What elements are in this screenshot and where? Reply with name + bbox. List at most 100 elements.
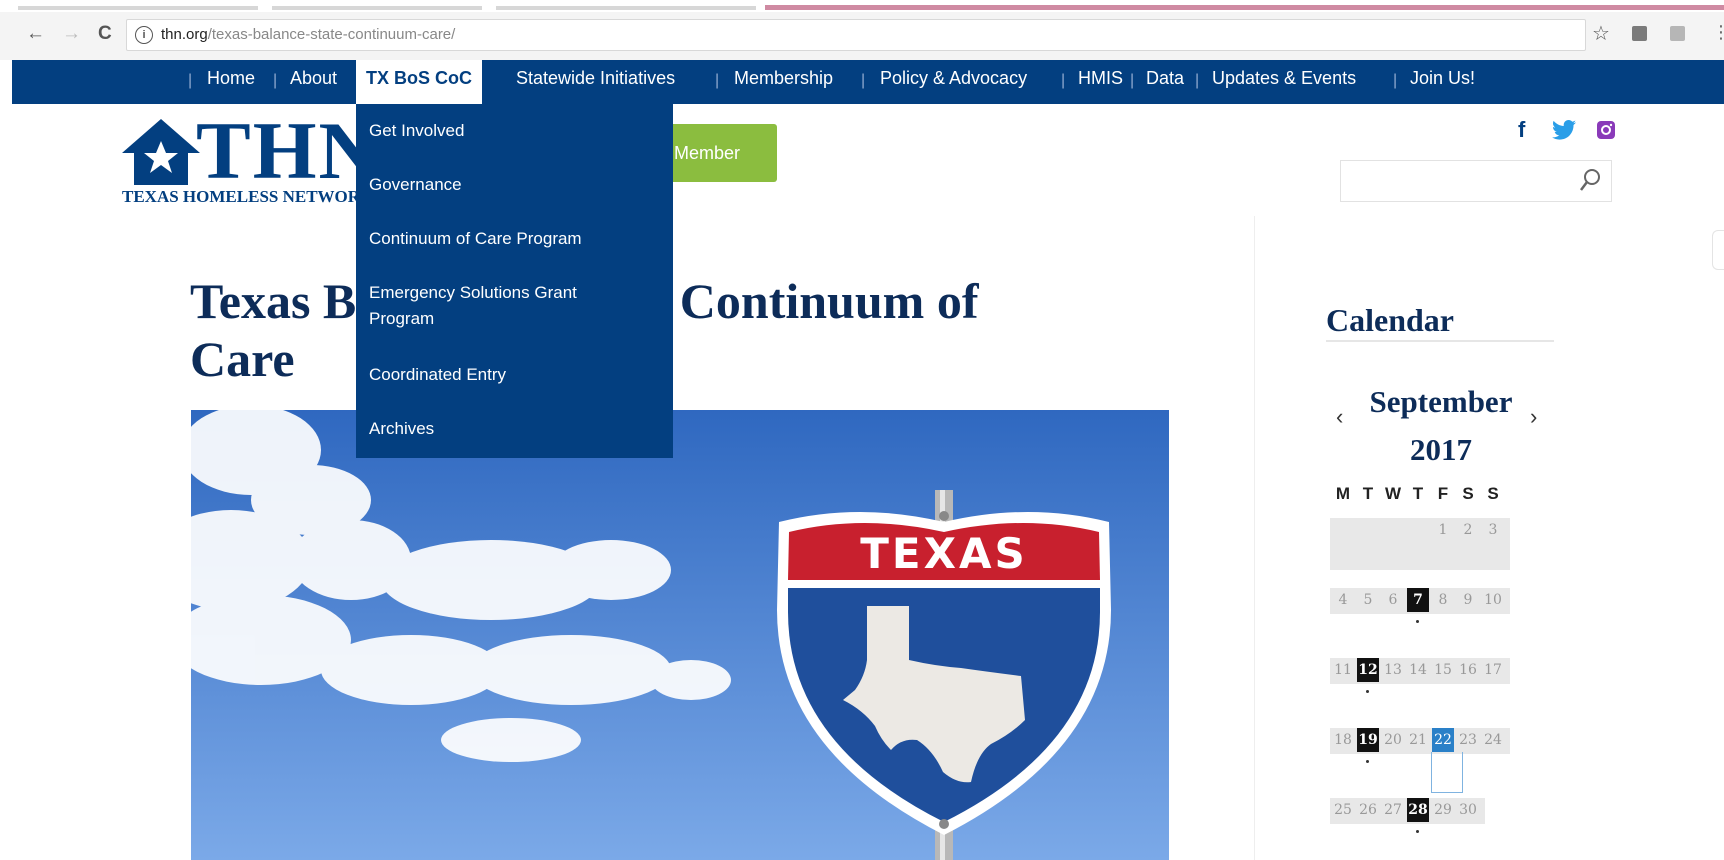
- calendar-day: 11: [1334, 662, 1352, 678]
- calendar-day: 5: [1363, 592, 1373, 608]
- calendar-day: 20: [1384, 732, 1402, 748]
- browser-menu-icon[interactable]: ⋮: [1712, 22, 1724, 43]
- nav-separator: |: [1061, 72, 1066, 89]
- calendar-prev-icon[interactable]: ‹: [1336, 404, 1343, 430]
- calendar-weekday: T: [1412, 484, 1424, 503]
- active-tab-indicator[interactable]: [765, 5, 1724, 10]
- nav-separator: |: [188, 72, 193, 89]
- instagram-icon[interactable]: [1596, 120, 1616, 140]
- nav-item-join-us[interactable]: Join Us!: [1410, 60, 1475, 104]
- texas-highway-sign-image: TEXAS: [191, 410, 1169, 860]
- today-highlight: [1431, 752, 1463, 793]
- hero-image: TEXAS: [191, 410, 1169, 860]
- url-text[interactable]: thn.org/texas-balance-state-continuum-ca…: [161, 26, 455, 43]
- calendar-day: 15: [1434, 662, 1452, 678]
- calendar-day: 29: [1434, 802, 1452, 818]
- calendar-weekday: S: [1462, 484, 1474, 503]
- bookmark-star-icon[interactable]: ☆: [1592, 21, 1610, 46]
- calendar-day: 1: [1438, 522, 1448, 538]
- search-input[interactable]: [1340, 160, 1612, 202]
- reload-icon[interactable]: C: [98, 22, 112, 46]
- dropdown-item-continuum-of-care[interactable]: Continuum of Care Program: [369, 226, 659, 252]
- dropdown-item-governance[interactable]: Governance: [369, 172, 659, 198]
- calendar-day: 24: [1484, 732, 1502, 748]
- calendar-day: 27: [1384, 802, 1402, 818]
- calendar-day: 13: [1384, 662, 1402, 678]
- calendar-day: 16: [1459, 662, 1477, 678]
- house-star-icon: [122, 119, 200, 185]
- extension-icon[interactable]: [1632, 26, 1647, 41]
- nav-separator: |: [1130, 72, 1135, 89]
- sign-text: TEXAS: [860, 529, 1027, 578]
- dropdown-item-esg-program[interactable]: Emergency Solutions Grant Program: [369, 280, 619, 332]
- calendar-day: 8: [1438, 592, 1448, 608]
- calendar-weekday: F: [1437, 484, 1449, 503]
- calendar-day: 23: [1459, 732, 1477, 748]
- nav-separator: |: [273, 72, 278, 89]
- calendar-heading: Calendar: [1326, 302, 1454, 338]
- calendar-day: 10: [1484, 592, 1502, 608]
- tab[interactable]: [272, 6, 482, 10]
- calendar-day: 17: [1484, 662, 1502, 678]
- nav-item-tx-bos-coc[interactable]: TX BoS CoC: [356, 60, 482, 104]
- forward-icon[interactable]: →: [62, 22, 81, 46]
- twitter-icon[interactable]: [1552, 120, 1576, 140]
- calendar-day-today: 22: [1432, 728, 1454, 752]
- extension-icon[interactable]: [1670, 26, 1685, 41]
- event-dot: [1366, 690, 1369, 693]
- url-path: /texas-balance-state-continuum-care/: [207, 26, 456, 43]
- url-host: thn.org: [161, 26, 208, 43]
- dropdown-item-archives[interactable]: Archives: [369, 416, 659, 442]
- calendar-day: 6: [1388, 592, 1398, 608]
- nav-item-about[interactable]: About: [290, 60, 337, 104]
- event-dot: [1416, 830, 1419, 833]
- tab[interactable]: [18, 6, 258, 10]
- tab[interactable]: [496, 6, 756, 10]
- scroll-tab[interactable]: [1712, 230, 1724, 270]
- main-navigation: | Home | About TX BoS CoC Statewide Init…: [12, 60, 1724, 104]
- nav-item-data[interactable]: Data: [1146, 60, 1184, 104]
- calendar-day-event[interactable]: 12: [1357, 658, 1379, 682]
- calendar-day: 3: [1488, 522, 1498, 538]
- dropdown-item-coordinated-entry[interactable]: Coordinated Entry: [369, 362, 659, 388]
- address-bar[interactable]: i thn.org/texas-balance-state-continuum-…: [126, 19, 1586, 51]
- calendar-day-event[interactable]: 19: [1357, 728, 1379, 752]
- logo-letters: THN: [196, 105, 380, 196]
- nav-separator: |: [861, 72, 866, 89]
- calendar-weekday: M: [1335, 484, 1351, 503]
- sidebar-divider: [1254, 216, 1255, 860]
- calendar-day: 18: [1334, 732, 1352, 748]
- calendar-month-year: September 2017: [1362, 378, 1520, 474]
- become-member-button[interactable]: Member: [662, 124, 777, 182]
- browser-chrome: ← → C i thn.org/texas-balance-state-cont…: [0, 0, 1724, 60]
- event-dot: [1366, 760, 1369, 763]
- calendar-day: 2: [1463, 522, 1473, 538]
- back-icon[interactable]: ←: [26, 22, 45, 46]
- calendar-heading-underline: [1326, 340, 1554, 342]
- nav-item-statewide-initiatives[interactable]: Statewide Initiatives: [516, 60, 675, 104]
- facebook-icon[interactable]: f: [1518, 117, 1525, 143]
- nav-separator: |: [715, 72, 720, 89]
- nav-item-hmis[interactable]: HMIS: [1078, 60, 1123, 104]
- calendar-day: 14: [1409, 662, 1427, 678]
- nav-item-membership[interactable]: Membership: [734, 60, 833, 104]
- calendar-day-event[interactable]: 7: [1407, 588, 1429, 612]
- tx-bos-coc-dropdown: Get Involved Governance Continuum of Car…: [356, 104, 673, 458]
- calendar-day: 25: [1334, 802, 1352, 818]
- nav-item-home[interactable]: Home: [207, 60, 255, 104]
- dropdown-item-get-involved[interactable]: Get Involved: [369, 118, 659, 144]
- search-icon[interactable]: [1579, 168, 1601, 192]
- calendar-weekday: S: [1487, 484, 1499, 503]
- calendar-next-icon[interactable]: ›: [1530, 404, 1537, 430]
- nav-item-updates-events[interactable]: Updates & Events: [1212, 60, 1356, 104]
- calendar-day: 4: [1338, 592, 1348, 608]
- calendar-day: 30: [1459, 802, 1477, 818]
- site-logo[interactable]: THN TEXAS HOMELESS NETWORK: [122, 110, 378, 207]
- calendar-day-event[interactable]: 28: [1407, 798, 1429, 822]
- event-dot: [1416, 620, 1419, 623]
- info-icon[interactable]: i: [135, 26, 153, 44]
- calendar-day: 26: [1359, 802, 1377, 818]
- tab-strip: [0, 0, 1724, 12]
- nav-item-policy-advocacy[interactable]: Policy & Advocacy: [880, 60, 1027, 104]
- calendar-year: 2017: [1410, 432, 1472, 467]
